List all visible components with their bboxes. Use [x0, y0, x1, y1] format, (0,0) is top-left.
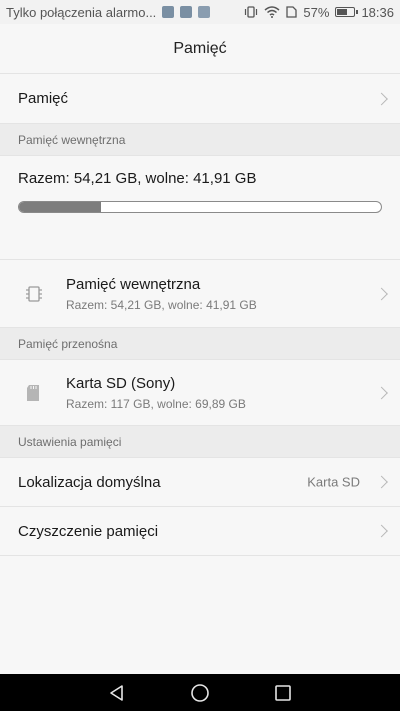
- storage-row[interactable]: Pamięć: [0, 74, 400, 124]
- wifi-icon: [264, 6, 280, 18]
- home-circle-icon[interactable]: [190, 683, 210, 703]
- section-header-portable-label: Pamięć przenośna: [18, 336, 118, 351]
- image-notification-icon: [180, 6, 193, 18]
- default-location-label: Lokalizacja domyślna: [18, 473, 161, 491]
- gallery-notification-icon: [162, 6, 175, 18]
- internal-storage-item-title: Pamięć wewnętrzna: [66, 275, 201, 293]
- default-location-row[interactable]: Lokalizacja domyślna Karta SD: [0, 458, 400, 507]
- battery-icon: [335, 7, 359, 17]
- sd-card-item-title: Karta SD (Sony): [66, 374, 176, 392]
- upload-notification-icon: [198, 6, 211, 18]
- internal-storage-item-text: Pamięć wewnętrzna Razem: 54,21 GB, wolne…: [66, 276, 257, 312]
- chevron-right-icon: [375, 287, 388, 300]
- default-location-value: Karta SD: [307, 474, 360, 490]
- recents-square-icon[interactable]: [274, 684, 292, 702]
- back-triangle-icon[interactable]: [108, 684, 126, 702]
- chevron-right-icon: [375, 524, 388, 538]
- internal-storage-item-subtitle: Razem: 54,21 GB, wolne: 41,91 GB: [66, 297, 257, 312]
- storage-usage-fill: [19, 202, 102, 212]
- internal-storage-summary: Razem: 54,21 GB, wolne: 41,91 GB: [0, 156, 400, 260]
- battery-percent: 57%: [303, 4, 330, 20]
- chip-icon: [26, 285, 42, 302]
- storage-row-label: Pamięć: [18, 90, 69, 107]
- sim-icon: [286, 6, 298, 18]
- section-header-settings-label: Ustawienia pamięci: [18, 434, 122, 449]
- chevron-right-icon: [375, 92, 388, 105]
- page-title-bar: Pamięć: [0, 24, 400, 74]
- sd-card-item-text: Karta SD (Sony) Razem: 117 GB, wolne: 69…: [66, 375, 246, 411]
- page-title: Pamięć: [173, 39, 227, 57]
- chevron-right-icon: [375, 475, 388, 489]
- carrier-text: Tylko połączenia alarmo...: [6, 4, 157, 20]
- sd-card-item[interactable]: Karta SD (Sony) Razem: 117 GB, wolne: 69…: [0, 360, 400, 426]
- section-header-internal-label: Pamięć wewnętrzna: [18, 132, 126, 147]
- navigation-bar: [0, 674, 400, 711]
- internal-storage-item[interactable]: Pamięć wewnętrzna Razem: 54,21 GB, wolne…: [0, 260, 400, 328]
- status-left: Tylko połączenia alarmo...: [6, 4, 211, 20]
- sd-card-icon: [27, 384, 39, 401]
- chevron-right-icon: [375, 386, 388, 399]
- status-bar: Tylko połączenia alarmo... 57% 18:36: [0, 0, 400, 24]
- sd-card-item-subtitle: Razem: 117 GB, wolne: 69,89 GB: [66, 396, 246, 411]
- cleanup-label: Czyszczenie pamięci: [18, 522, 159, 540]
- status-time: 18:36: [361, 4, 394, 20]
- section-header-internal: Pamięć wewnętrzna: [0, 124, 400, 156]
- section-header-settings: Ustawienia pamięci: [0, 426, 400, 458]
- cleanup-row[interactable]: Czyszczenie pamięci: [0, 507, 400, 556]
- status-right: 57% 18:36: [244, 5, 394, 20]
- internal-storage-summary-text: Razem: 54,21 GB, wolne: 41,91 GB: [18, 170, 257, 187]
- storage-usage-bar: [18, 201, 382, 213]
- vibrate-icon: [245, 6, 258, 18]
- section-header-portable: Pamięć przenośna: [0, 328, 400, 360]
